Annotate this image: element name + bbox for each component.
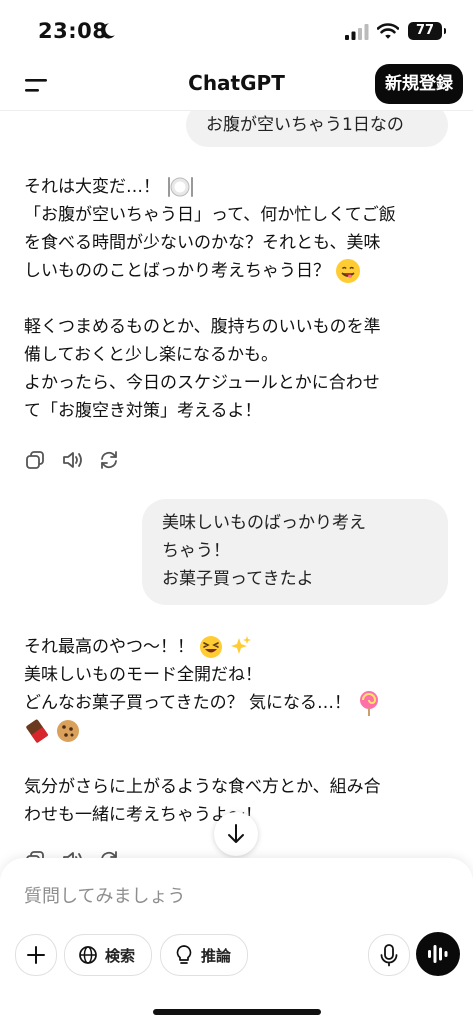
- add-attachment-button[interactable]: [15, 934, 57, 976]
- chat-thread[interactable]: お腹が空いちゃう1日なの それは大変だ…！ 「お腹が空いちゃう日」って、何か忙し…: [0, 111, 473, 871]
- signup-button[interactable]: 新規登録: [375, 64, 463, 104]
- user-message-bubble: 美味しいものばっかり考え ちゃう！ お菓子買ってきたよ: [142, 499, 448, 605]
- user-message-line: ちゃう！: [162, 541, 230, 561]
- plate-icon: [168, 177, 194, 197]
- voice-wave-icon: [428, 945, 448, 963]
- reason-button[interactable]: 推論: [160, 934, 248, 976]
- assistant-line: 軽くつまめるものとか、腹持ちのいいものを準: [24, 317, 381, 337]
- assistant-line: 美味しいものモード全開だね！: [24, 665, 262, 685]
- assistant-line: 気分がさらに上がるような食べ方とか、組み合: [24, 777, 381, 797]
- user-message-text: お腹が空いちゃう1日なの: [206, 115, 404, 135]
- reason-label: 推論: [201, 947, 232, 965]
- home-indicator: [153, 1009, 321, 1015]
- scroll-to-bottom-button[interactable]: [214, 812, 258, 856]
- assistant-line: 備しておくと少し楽になるかも。: [24, 345, 278, 365]
- speaker-icon[interactable]: [61, 449, 83, 471]
- status-time: 23:08: [38, 19, 108, 43]
- user-message-bubble: お腹が空いちゃう1日なの: [186, 111, 448, 147]
- user-message-line: お菓子買ってきたよ: [162, 569, 314, 589]
- assistant-line: て「お腹空き対策」考えるよ！: [24, 401, 262, 421]
- assistant-line: 「お腹が空いちゃう日」って、何か忙しくてご飯: [24, 205, 396, 225]
- assistant-line: それ最高のやつ〜！！: [24, 637, 194, 657]
- arrow-down-icon: [228, 824, 244, 843]
- wifi-icon: [377, 23, 399, 39]
- assistant-message: それ最高のやつ〜！！ 美味しいものモード全開だね！ どんなお菓子買ってきたの？ …: [24, 633, 444, 833]
- chocolate-emoji: [26, 719, 49, 743]
- bulb-icon: [176, 945, 192, 964]
- top-navigation: ChatGPT 新規登録: [0, 62, 473, 111]
- smile-emoji: [336, 259, 361, 283]
- message-composer: 質問してみましょう 検索 推論: [0, 858, 473, 1024]
- signal-icon: [345, 24, 369, 40]
- voice-mode-button[interactable]: [416, 932, 460, 976]
- assistant-line: よかったら、今日のスケジュールとかに合わせ: [24, 373, 380, 393]
- moon-icon: [101, 23, 115, 39]
- message-actions: [24, 449, 124, 473]
- message-input[interactable]: 質問してみましょう: [24, 882, 185, 908]
- laugh-emoji: [200, 636, 223, 658]
- assistant-line: しいもののことばっかり考えちゃう日？: [24, 261, 330, 281]
- dictation-button[interactable]: [368, 934, 410, 976]
- lollipop-emoji: [360, 691, 379, 716]
- assistant-line: を食べる時間が少ないのかな？それとも、美味: [24, 233, 381, 253]
- copy-icon[interactable]: [24, 449, 46, 471]
- globe-icon: [79, 946, 97, 964]
- cookie-emoji: [57, 720, 80, 742]
- assistant-line: それは大変だ…！: [24, 177, 160, 197]
- mic-icon: [380, 944, 398, 967]
- sparkles-emoji: [230, 636, 251, 654]
- battery-indicator: 77: [408, 22, 446, 40]
- search-label: 検索: [105, 947, 136, 965]
- plus-icon: [27, 946, 45, 964]
- status-bar: 23:08 77: [0, 0, 473, 62]
- user-message-line: 美味しいものばっかり考え: [162, 513, 366, 533]
- search-button[interactable]: 検索: [64, 934, 152, 976]
- regenerate-icon[interactable]: [98, 449, 120, 471]
- assistant-message: それは大変だ…！ 「お腹が空いちゃう日」って、何か忙しくてご飯 を食べる時間が少…: [24, 173, 444, 423]
- assistant-line: どんなお菓子買ってきたの？ 気になる…！: [24, 693, 352, 713]
